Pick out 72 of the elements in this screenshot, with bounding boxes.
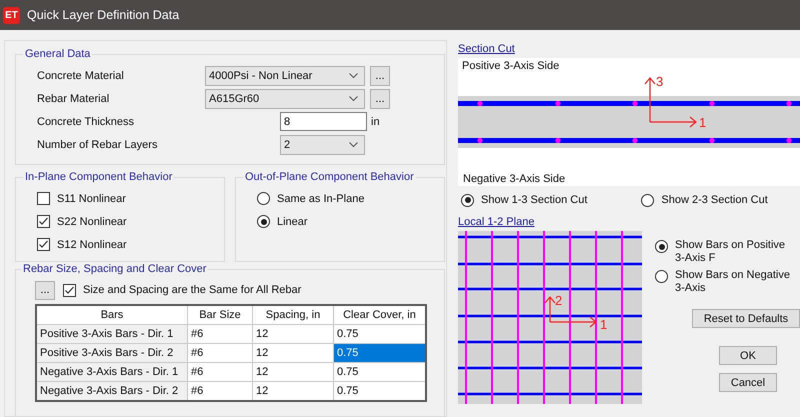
table-cell[interactable]: 12 xyxy=(252,362,334,382)
reset-button[interactable]: Reset to Defaults xyxy=(692,309,800,328)
cancel-button[interactable]: Cancel xyxy=(719,373,777,392)
table-cell[interactable]: 0.75 xyxy=(334,344,426,362)
axis-label: 1 xyxy=(699,115,706,130)
section-cut-link[interactable]: Section Cut xyxy=(458,43,515,56)
table-cell[interactable]: #6 xyxy=(188,382,252,401)
radio-label: Show Bars on Positive 3-Axis F xyxy=(675,239,786,265)
radio-label: Show 2-3 Section Cut xyxy=(661,194,768,206)
field-label: Rebar Material xyxy=(37,92,110,104)
checkbox[interactable] xyxy=(37,192,50,205)
dropdown[interactable]: 2 xyxy=(280,134,365,154)
checkbox[interactable] xyxy=(63,284,76,296)
more-button[interactable]: ... xyxy=(35,280,55,300)
table-cell[interactable]: #6 xyxy=(188,344,252,362)
chevron-down-icon xyxy=(349,96,358,102)
table-cell[interactable]: #6 xyxy=(188,362,252,382)
radio-label: Same as In-Plane xyxy=(277,192,364,204)
field-label: Number of Rebar Layers xyxy=(37,138,158,150)
group-title: Out-of-Plane Component Behavior xyxy=(244,171,415,184)
more-button[interactable]: ... xyxy=(370,88,390,108)
window-title: Quick Layer Definition Data xyxy=(27,8,180,22)
radio-label: Show 1-3 Section Cut xyxy=(481,194,588,206)
column-header: Bar Size xyxy=(188,305,252,324)
checkbox[interactable] xyxy=(37,215,50,228)
side-label: Positive 3-Axis Side xyxy=(462,60,560,72)
axis-label: 2 xyxy=(555,293,562,308)
row-header: Negative 3-Axis Bars - Dir. 2 xyxy=(36,382,188,401)
table-cell[interactable]: 0.75 xyxy=(334,324,426,344)
row-header: Negative 3-Axis Bars - Dir. 1 xyxy=(36,362,188,382)
unit-label: in xyxy=(371,116,380,128)
radio-button[interactable] xyxy=(257,192,270,205)
local-plane-link[interactable]: Local 1-2 Plane xyxy=(458,216,534,229)
radio-label: Linear xyxy=(277,216,308,228)
checkbox-label: S12 Nonlinear xyxy=(57,238,127,250)
more-button[interactable]: ... xyxy=(370,66,390,86)
axis-label: 1 xyxy=(600,317,608,332)
column-header: Clear Cover, in xyxy=(334,305,426,324)
checkbox[interactable] xyxy=(37,238,50,251)
group-title: Rebar Size, Spacing and Clear Cover xyxy=(22,263,208,276)
radio-button[interactable] xyxy=(641,194,654,206)
app-icon: ET xyxy=(3,6,20,24)
chevron-down-icon xyxy=(349,72,358,78)
table-cell[interactable]: 12 xyxy=(252,382,334,401)
table-cell[interactable]: #6 xyxy=(188,324,252,344)
axis-label: 3 xyxy=(656,74,664,89)
radio-button[interactable] xyxy=(461,194,474,206)
checkbox-label: Size and Spacing are the Same for All Rebar xyxy=(83,284,302,296)
radio-label: Show Bars on Negative 3-Axis xyxy=(675,269,791,295)
field-label: Concrete Thickness xyxy=(37,116,136,128)
table-cell[interactable]: 12 xyxy=(252,324,334,344)
ok-button[interactable]: OK xyxy=(719,346,777,365)
radio-button[interactable] xyxy=(257,215,270,228)
column-header: Spacing, in xyxy=(252,305,334,324)
checkbox-label: S11 Nonlinear xyxy=(57,192,126,204)
dropdown[interactable]: A615Gr60 xyxy=(205,88,365,108)
radio-button[interactable] xyxy=(655,270,668,283)
row-header: Positive 3-Axis Bars - Dir. 2 xyxy=(36,344,188,362)
table-cell[interactable]: 0.75 xyxy=(334,362,426,382)
table-cell[interactable]: 12 xyxy=(252,344,334,362)
input-field[interactable]: 8 xyxy=(280,112,367,131)
table-cell[interactable]: 0.75 xyxy=(334,382,426,401)
side-label: Negative 3-Axis Side xyxy=(463,173,566,185)
radio-button[interactable] xyxy=(655,240,668,253)
chevron-down-icon xyxy=(349,142,358,148)
group-title: General Data xyxy=(24,48,92,61)
checkbox-label: S22 Nonlinear xyxy=(57,216,127,228)
dropdown[interactable]: 4000Psi - Non Linear xyxy=(205,66,365,86)
column-header: Bars xyxy=(36,305,188,324)
group-title: In-Plane Component Behavior xyxy=(24,171,174,184)
row-header: Positive 3-Axis Bars - Dir. 1 xyxy=(36,324,188,344)
field-label: Concrete Material xyxy=(37,70,125,82)
